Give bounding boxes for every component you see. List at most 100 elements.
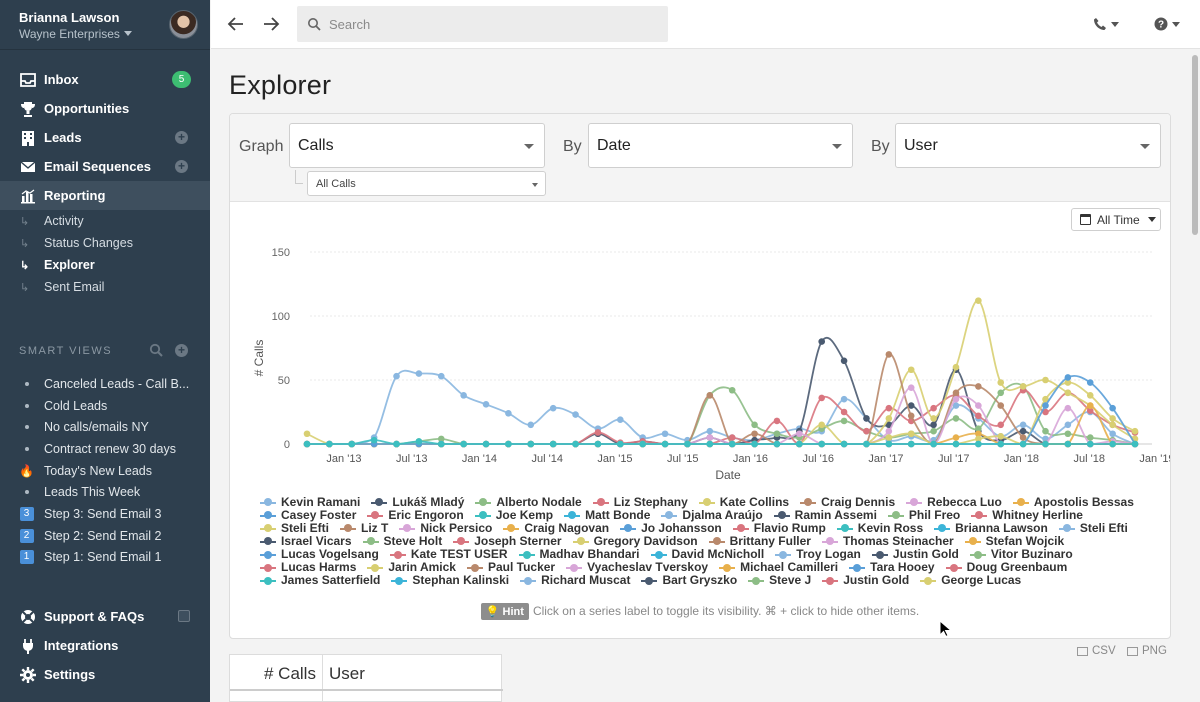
legend-item[interactable]: Apostolis Bessas <box>1012 496 1134 509</box>
data-point[interactable] <box>930 421 937 429</box>
legend-item[interactable]: Stefan Wojcik <box>964 535 1064 548</box>
smart-view-item[interactable]: Contract renew 30 days <box>0 438 210 460</box>
legend-item[interactable]: Kevin Ross <box>836 522 923 535</box>
legend-item[interactable]: Jo Johansson <box>620 522 722 535</box>
add-icon[interactable]: + <box>175 131 188 144</box>
data-point[interactable] <box>728 440 736 448</box>
legend-item[interactable]: James Satterfield <box>260 574 380 587</box>
search-input[interactable]: Search <box>297 6 668 42</box>
data-point[interactable] <box>885 404 893 412</box>
data-point[interactable] <box>370 436 378 444</box>
data-point[interactable] <box>818 338 826 345</box>
legend-item[interactable]: Justin Gold <box>822 574 909 587</box>
data-point[interactable] <box>303 440 311 448</box>
data-point[interactable] <box>907 366 915 374</box>
data-point[interactable] <box>549 404 557 412</box>
sidebar-item-inbox[interactable]: Inbox 5 <box>0 65 210 94</box>
data-point[interactable] <box>863 440 870 448</box>
subnav-item-activity[interactable]: ↳ Activity <box>0 210 210 232</box>
data-point[interactable] <box>460 392 467 399</box>
legend-item[interactable]: Vyacheslav Tverskoy <box>566 561 708 574</box>
data-point[interactable] <box>952 395 960 403</box>
legend-item[interactable]: Kevin Ramani <box>260 496 360 509</box>
series-line-craig-dennis[interactable] <box>306 353 1135 445</box>
legend-item[interactable]: Thomas Steinacher <box>821 535 954 548</box>
smart-view-item[interactable]: Cold Leads <box>0 395 210 417</box>
data-point[interactable] <box>840 357 848 365</box>
legend-item[interactable]: Paul Tucker <box>466 561 555 574</box>
legend-item[interactable]: Joe Kemp <box>474 509 553 522</box>
data-point[interactable] <box>952 415 960 422</box>
page-scrollbar[interactable] <box>1189 49 1200 702</box>
legend-item[interactable]: Gregory Davidson <box>572 535 698 548</box>
series-line-apostolis-bessas[interactable] <box>306 404 1135 445</box>
phone-menu-button[interactable] <box>1093 15 1119 33</box>
sidebar-item-opportunities[interactable]: Opportunities <box>0 94 210 123</box>
data-point[interactable] <box>907 384 915 391</box>
data-point[interactable] <box>482 401 490 408</box>
data-point[interactable] <box>616 416 624 423</box>
legend-item[interactable]: Casey Foster <box>260 509 356 522</box>
series-line-alberto-nodale[interactable] <box>306 382 1136 445</box>
data-point[interactable] <box>1131 427 1139 435</box>
data-point[interactable] <box>840 417 848 425</box>
data-point[interactable] <box>1109 415 1116 422</box>
data-point[interactable] <box>482 440 490 448</box>
legend-item[interactable]: Lucas Vogelsang <box>260 548 379 561</box>
legend-item[interactable]: Steli Efti <box>260 522 329 535</box>
data-point[interactable] <box>706 392 714 399</box>
legend-item[interactable]: Flavio Rump <box>732 522 826 535</box>
legend-item[interactable]: Israel Vicars <box>260 535 352 548</box>
data-point[interactable] <box>706 427 714 435</box>
legend-item[interactable]: Justin Gold <box>871 548 959 561</box>
data-point[interactable] <box>885 434 893 441</box>
subnav-item-sent-email[interactable]: ↳ Sent Email <box>0 276 210 298</box>
data-point[interactable] <box>348 440 356 448</box>
data-point[interactable] <box>505 409 512 417</box>
legend-item[interactable]: Phil Freo <box>887 509 960 522</box>
data-point[interactable] <box>684 440 691 448</box>
data-point[interactable] <box>1042 427 1049 435</box>
export-png-button[interactable]: PNG <box>1127 645 1167 657</box>
data-point[interactable] <box>1109 404 1116 412</box>
data-point[interactable] <box>1019 421 1027 429</box>
forward-arrow-icon[interactable] <box>261 14 281 34</box>
data-point[interactable] <box>975 402 982 409</box>
help-menu-button[interactable]: ? <box>1154 15 1180 33</box>
data-point[interactable] <box>639 440 646 448</box>
smart-view-item[interactable]: 2 Step 2: Send Email 2 <box>0 525 210 547</box>
split-by-select[interactable]: User <box>895 123 1161 168</box>
data-point[interactable] <box>1086 392 1094 399</box>
data-point[interactable] <box>1042 440 1049 448</box>
data-point[interactable] <box>796 430 803 438</box>
data-point[interactable] <box>997 379 1005 386</box>
legend-item[interactable]: Brittany Fuller <box>708 535 811 548</box>
data-point[interactable] <box>572 440 579 448</box>
data-point[interactable] <box>728 386 736 394</box>
data-point[interactable] <box>527 421 535 429</box>
data-point[interactable] <box>840 440 848 448</box>
smart-view-item[interactable]: 🔥 Today's New Leads <box>0 460 210 482</box>
data-point[interactable] <box>930 427 937 435</box>
column-header-calls[interactable]: # Calls <box>264 655 316 690</box>
smart-view-item[interactable]: 3 Step 3: Send Email 3 <box>0 503 210 525</box>
data-point[interactable] <box>661 440 669 448</box>
subnav-item-explorer[interactable]: ↳ Explorer <box>0 254 210 276</box>
data-point[interactable] <box>975 297 982 304</box>
data-point[interactable] <box>863 427 870 435</box>
data-point[interactable] <box>840 408 848 416</box>
legend-item[interactable]: Rebecca Luo <box>906 496 1002 509</box>
data-point[interactable] <box>1131 440 1139 448</box>
data-point[interactable] <box>997 402 1005 409</box>
data-point[interactable] <box>437 372 445 380</box>
data-point[interactable] <box>415 438 423 445</box>
data-point[interactable] <box>527 440 535 448</box>
series-line-kate-collins[interactable] <box>306 299 1136 445</box>
data-point[interactable] <box>952 440 960 448</box>
series-line-steli-efti[interactable] <box>306 381 1136 445</box>
data-point[interactable] <box>997 389 1005 397</box>
legend-item[interactable]: David McNicholl <box>650 548 764 561</box>
data-point[interactable] <box>1064 374 1072 381</box>
legend-item[interactable]: Liz Stephany <box>592 496 688 509</box>
data-point[interactable] <box>661 430 669 438</box>
